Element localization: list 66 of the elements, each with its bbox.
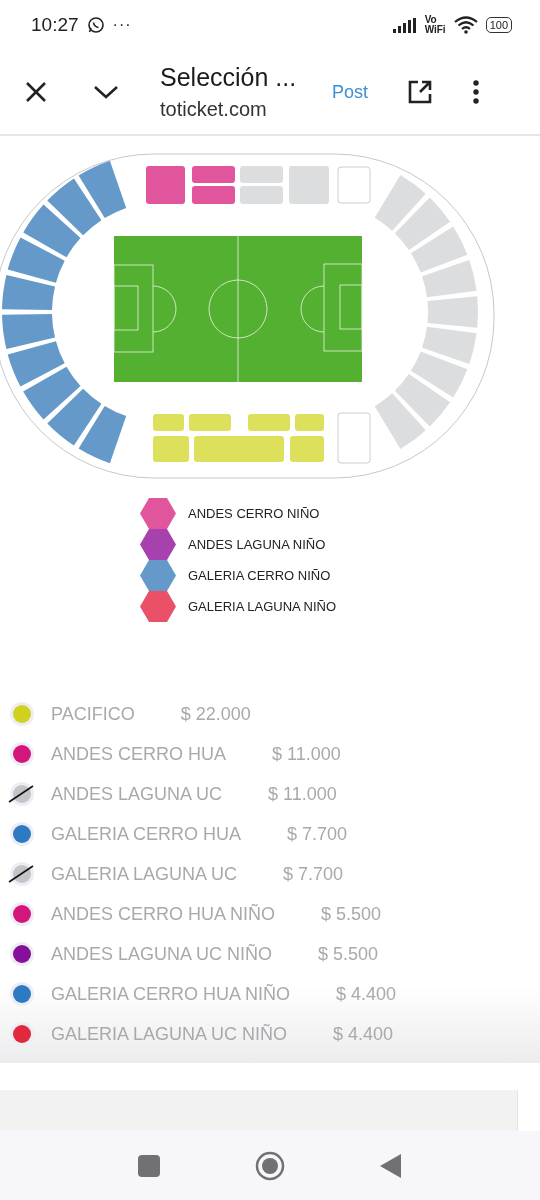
seat-section[interactable]: [2, 274, 55, 311]
seat-section[interactable]: [7, 341, 65, 387]
seat-section[interactable]: [422, 259, 477, 298]
seat-section[interactable]: [337, 412, 371, 464]
post-button[interactable]: Post: [332, 81, 369, 103]
section-name: GALERIA LAGUNA UC NIÑO: [51, 1023, 288, 1045]
section-price: $ 5.500: [318, 943, 379, 965]
seat-section[interactable]: [374, 393, 426, 450]
section-name: PACIFICO: [51, 703, 135, 725]
seat-section[interactable]: [2, 313, 55, 350]
section-price: $ 5.500: [321, 903, 382, 925]
chevron-down-icon: [93, 84, 119, 100]
battery-level: 100: [485, 17, 512, 33]
section-price: $ 11.000: [268, 783, 337, 805]
section-name: GALERIA LAGUNA UC: [51, 863, 238, 885]
more-vertical-icon: [472, 80, 481, 104]
page-title: Selección ...: [160, 63, 298, 92]
section-price: $ 7.700: [283, 863, 344, 885]
seat-section[interactable]: [410, 351, 468, 398]
section-name: GALERIA CERRO HUA: [51, 823, 242, 845]
seat-section[interactable]: [23, 204, 81, 258]
legend-label: ANDES LAGUNA NIÑO: [188, 537, 326, 552]
home-circle-icon: [255, 1150, 285, 1181]
seat-section[interactable]: [422, 326, 477, 365]
network-label: WiFi: [424, 25, 446, 35]
back-triangle-icon: [380, 1153, 402, 1178]
back-button[interactable]: [380, 1153, 402, 1178]
section-price: $ 7.700: [287, 823, 348, 845]
section-price: $ 4.400: [333, 1023, 394, 1045]
status-time: 10:27: [31, 14, 79, 36]
section-price: $ 11.000: [272, 743, 341, 765]
signal-icon: [392, 17, 417, 33]
seat-section[interactable]: [427, 296, 478, 328]
network-label: Vo: [424, 15, 438, 25]
legend-label: GALERIA LAGUNA NIÑO: [188, 599, 337, 614]
section-name: ANDES CERRO HUA: [51, 743, 227, 765]
home-button[interactable]: [255, 1150, 285, 1181]
seat-section[interactable]: [47, 388, 102, 446]
seat-section[interactable]: [23, 366, 81, 420]
section-name: ANDES LAGUNA UC: [51, 783, 223, 805]
section-name: ANDES LAGUNA UC NIÑO: [51, 943, 273, 965]
sold-out-slash-icon: [8, 865, 34, 883]
legend-label: ANDES CERRO NIÑO: [188, 506, 320, 521]
seat-section[interactable]: [374, 174, 426, 231]
recents-button[interactable]: [138, 1154, 160, 1177]
sold-out-slash-icon: [8, 785, 34, 803]
seat-section[interactable]: [394, 374, 451, 427]
chat-app-icon: [86, 16, 105, 34]
seat-section[interactable]: [337, 166, 371, 204]
square-icon: [138, 1154, 160, 1177]
section-price: $ 22.000: [180, 703, 251, 725]
legend-label: GALERIA CERRO NIÑO: [188, 568, 331, 583]
section-price: $ 4.400: [336, 983, 397, 1005]
wifi-icon: [453, 16, 478, 34]
section-name: ANDES CERRO HUA NIÑO: [51, 903, 276, 925]
section-name: GALERIA CERRO HUA NIÑO: [51, 983, 291, 1005]
seat-section[interactable]: [410, 226, 468, 273]
external-link-icon: [407, 79, 434, 105]
seat-section[interactable]: [394, 197, 451, 250]
page-url: toticket.com: [160, 98, 268, 121]
close-icon: [25, 81, 47, 103]
seat-section[interactable]: [47, 178, 102, 236]
seat-section[interactable]: [7, 237, 65, 283]
seat-section[interactable]: [78, 405, 127, 464]
more-notifications: ···: [112, 16, 132, 34]
seat-section[interactable]: [78, 160, 127, 219]
